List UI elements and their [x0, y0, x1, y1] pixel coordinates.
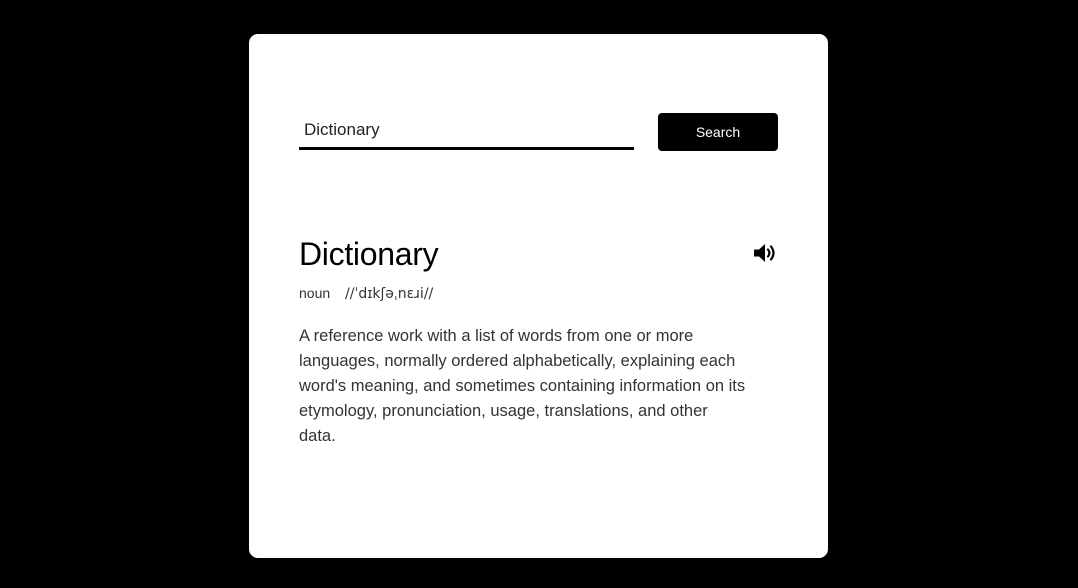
search-input[interactable] — [299, 113, 634, 150]
search-bar: Search — [299, 113, 778, 153]
part-of-speech: noun — [299, 285, 331, 301]
play-audio-button[interactable] — [751, 240, 779, 268]
search-button[interactable]: Search — [658, 113, 778, 151]
phonetic-text: //ˈdɪkʃəˌnɛɹi// — [345, 286, 434, 302]
definition-text: A reference work with a list of words fr… — [299, 327, 746, 445]
speaker-volume-icon — [754, 244, 775, 262]
word-meta: noun //ˈdɪkʃəˌnɛɹi// — [299, 283, 433, 304]
word-title: Dictionary — [299, 236, 439, 272]
dictionary-card: Search Dictionary noun //ˈdɪkʃəˌnɛɹi// A… — [249, 34, 828, 558]
